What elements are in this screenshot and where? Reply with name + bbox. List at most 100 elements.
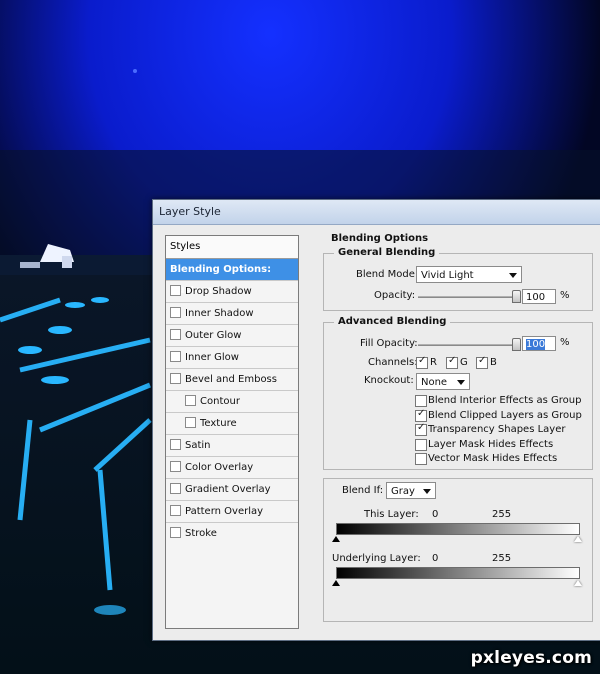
- blend-if-label: Blend If:: [342, 485, 384, 496]
- knockout-value: None: [421, 377, 448, 388]
- underlying-min: 0: [432, 553, 439, 564]
- general-blending-group: General Blending Blend Mode: Vivid Light…: [323, 247, 593, 311]
- advanced-option-label: Blend Interior Effects as Group: [428, 395, 582, 406]
- opacity-slider-thumb[interactable]: [512, 290, 521, 303]
- advanced-option-label: Layer Mask Hides Effects: [428, 438, 554, 450]
- advanced-option-checkbox[interactable]: [415, 453, 427, 465]
- this-layer-min: 0: [432, 509, 439, 520]
- style-item-label: Stroke: [185, 528, 217, 539]
- chevron-down-icon: [423, 489, 431, 494]
- style-checkbox[interactable]: [170, 482, 181, 494]
- knockout-label: Knockout:: [364, 375, 414, 386]
- advanced-blending-group: Advanced Blending Fill Opacity: 100 % Ch…: [323, 316, 593, 470]
- opacity-slider[interactable]: [418, 296, 516, 298]
- styles-header[interactable]: Styles: [166, 236, 298, 259]
- fill-opacity-slider-thumb[interactable]: [512, 338, 521, 351]
- this-layer-black-slider[interactable]: [332, 536, 340, 542]
- underlying-layer-gradient[interactable]: [336, 567, 580, 579]
- style-item-label: Bevel and Emboss: [185, 374, 277, 385]
- advanced-option-checkbox[interactable]: [415, 438, 427, 451]
- style-checkbox[interactable]: [170, 306, 181, 318]
- advanced-option-label: Transparency Shapes Layer: [428, 424, 566, 435]
- style-item[interactable]: Pattern Overlay: [166, 501, 298, 522]
- underlying-black-slider[interactable]: [332, 580, 340, 586]
- watermark: pxleyes.com: [470, 648, 592, 668]
- blend-mode-label: Blend Mode:: [356, 269, 419, 280]
- style-item[interactable]: Inner Shadow: [166, 303, 298, 324]
- style-checkbox[interactable]: [170, 328, 181, 340]
- channel-checkbox[interactable]: [416, 355, 428, 369]
- dialog-titlebar[interactable]: Layer Style: [153, 200, 600, 225]
- blend-if-value: Gray: [391, 486, 415, 497]
- style-checkbox[interactable]: [170, 526, 181, 538]
- dialog-title: Layer Style: [159, 205, 221, 218]
- channel-checkbox[interactable]: [446, 355, 458, 369]
- style-checkbox[interactable]: [170, 460, 181, 472]
- style-item-label: Texture: [200, 418, 237, 429]
- style-item[interactable]: Bevel and Emboss: [166, 369, 298, 390]
- layer-style-dialog: Layer Style Styles Blending Options: Cus…: [152, 199, 600, 641]
- style-item[interactable]: Inner Glow: [166, 347, 298, 368]
- style-item[interactable]: Stroke: [166, 523, 298, 544]
- blend-mode-select[interactable]: Vivid Light: [416, 266, 522, 283]
- this-layer-gradient[interactable]: [336, 523, 580, 535]
- style-item-label: Gradient Overlay: [185, 484, 271, 495]
- fill-opacity-label: Fill Opacity:: [360, 338, 418, 349]
- style-item[interactable]: Blending Options: Custom: [166, 259, 298, 296]
- fill-opacity-unit: %: [560, 337, 570, 348]
- style-item-label: Color Overlay: [185, 462, 254, 473]
- style-item-label: Drop Shadow: [185, 286, 252, 297]
- style-item[interactable]: Satin: [166, 435, 298, 456]
- advanced-option-label: Blend Clipped Layers as Group: [428, 409, 582, 421]
- style-item-label: Inner Shadow: [185, 308, 254, 319]
- style-checkbox[interactable]: [170, 438, 181, 450]
- opacity-unit: %: [560, 290, 570, 301]
- underlying-white-slider[interactable]: [574, 580, 582, 586]
- this-layer-white-slider[interactable]: [574, 536, 582, 542]
- knockout-select[interactable]: None: [416, 373, 470, 390]
- opacity-value: 100: [526, 292, 546, 303]
- blend-mode-value: Vivid Light: [421, 270, 474, 281]
- this-layer-label: This Layer:: [364, 509, 419, 520]
- blend-if-select[interactable]: Gray: [386, 482, 436, 499]
- style-item[interactable]: Texture: [166, 413, 298, 434]
- opacity-input[interactable]: 100: [522, 289, 556, 304]
- style-item-label: Outer Glow: [185, 330, 242, 341]
- style-item[interactable]: Gradient Overlay: [166, 479, 298, 500]
- general-blending-title: General Blending: [334, 247, 440, 258]
- opacity-label: Opacity:: [374, 290, 416, 301]
- style-item[interactable]: Outer Glow: [166, 325, 298, 346]
- advanced-option-label: Vector Mask Hides Effects: [428, 453, 558, 464]
- channel-label: G: [460, 357, 468, 368]
- style-checkbox[interactable]: [170, 350, 181, 362]
- style-checkbox[interactable]: [170, 284, 181, 296]
- style-checkbox[interactable]: [185, 416, 196, 428]
- fill-opacity-slider[interactable]: [418, 344, 516, 346]
- chevron-down-icon: [509, 273, 517, 278]
- advanced-option-checkbox[interactable]: [415, 408, 427, 422]
- advanced-blending-title: Advanced Blending: [334, 316, 451, 327]
- this-layer-max: 255: [492, 509, 512, 520]
- fill-opacity-input[interactable]: 100: [522, 336, 556, 351]
- style-item-label: Pattern Overlay: [185, 506, 264, 517]
- fill-opacity-value: 100: [526, 339, 546, 350]
- blending-options-title: Blending Options: [331, 233, 429, 244]
- style-checkbox[interactable]: [170, 504, 181, 516]
- style-checkbox[interactable]: [170, 372, 181, 384]
- channel-label: R: [430, 357, 437, 368]
- style-item[interactable]: Color Overlay: [166, 457, 298, 478]
- dialog-client: Styles Blending Options: Custom Drop Shad…: [153, 225, 600, 640]
- advanced-option-checkbox[interactable]: [415, 422, 427, 436]
- style-item[interactable]: Contour: [166, 391, 298, 412]
- style-item-label: Inner Glow: [185, 352, 239, 363]
- advanced-option-checkbox[interactable]: [415, 395, 427, 407]
- channel-label: B: [490, 357, 497, 368]
- channel-checkbox[interactable]: [476, 355, 488, 369]
- style-item[interactable]: Drop Shadow: [166, 281, 298, 302]
- underlying-max: 255: [492, 553, 512, 564]
- underlying-layer-label: Underlying Layer:: [332, 553, 421, 564]
- chevron-down-icon: [457, 380, 465, 385]
- style-item-label: Satin: [185, 440, 211, 451]
- channels-label: Channels:: [368, 357, 418, 368]
- style-checkbox[interactable]: [185, 394, 196, 406]
